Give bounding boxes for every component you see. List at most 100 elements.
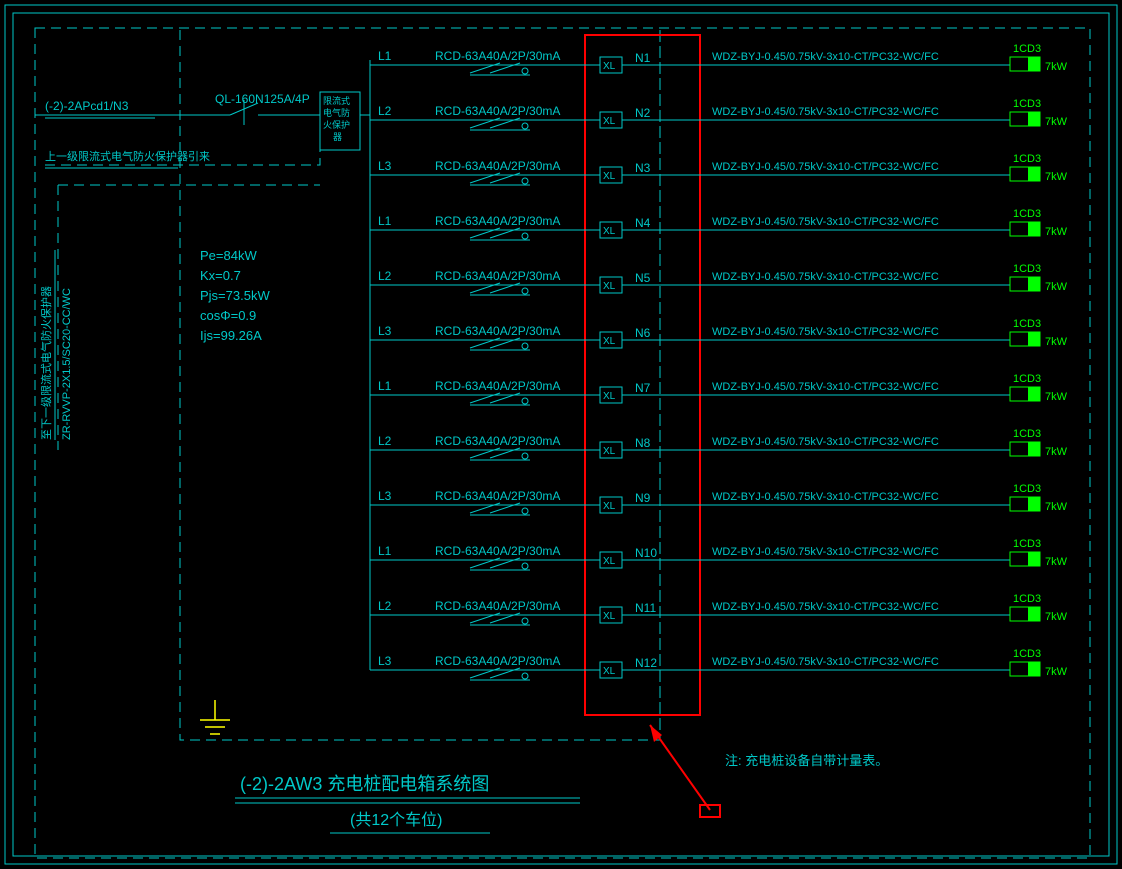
load-kw: 7kW <box>1045 226 1068 238</box>
phase-label: L3 <box>378 159 392 173</box>
load-kw: 7kW <box>1045 501 1068 513</box>
cable-label: WDZ-BYJ-0.45/0.75kV-3x10-CT/PC32-WC/FC <box>712 161 939 173</box>
xl-box: XL <box>603 556 616 567</box>
xl-box: XL <box>603 611 616 622</box>
n-label: N5 <box>635 271 651 285</box>
phase-label: L1 <box>378 49 392 63</box>
n-label: N12 <box>635 656 657 670</box>
svg-text:ZR-RVVP-2X1.5/SC20-CC/WC: ZR-RVVP-2X1.5/SC20-CC/WC <box>61 288 73 440</box>
load-id: 1CD3 <box>1013 483 1041 495</box>
n-label: N3 <box>635 161 651 175</box>
xl-box: XL <box>603 226 616 237</box>
phase-label: L2 <box>378 599 392 613</box>
load-id: 1CD3 <box>1013 208 1041 220</box>
load-id: 1CD3 <box>1013 153 1041 165</box>
circuit-row: L2RCD-63A40A/2P/30mAXLN8WDZ-BYJ-0.45/0.7… <box>370 428 1068 460</box>
panel-dashed-box <box>180 30 660 740</box>
xl-box: XL <box>603 666 616 677</box>
n-label: N4 <box>635 216 651 230</box>
svg-text:限流式: 限流式 <box>323 95 350 106</box>
n-label: N6 <box>635 326 651 340</box>
incoming-source: (-2)-2APcd1/N3 <box>45 99 129 113</box>
load-kw: 7kW <box>1045 611 1068 623</box>
svg-text:火保护: 火保护 <box>323 119 350 130</box>
load-id: 1CD3 <box>1013 318 1041 330</box>
cable-label: WDZ-BYJ-0.45/0.75kV-3x10-CT/PC32-WC/FC <box>712 546 939 558</box>
main-breaker: QL-160N125A/4P <box>180 92 320 125</box>
load-id: 1CD3 <box>1013 593 1041 605</box>
xl-box: XL <box>603 281 616 292</box>
phase-label: L2 <box>378 104 392 118</box>
svg-text:Pjs=73.5kW: Pjs=73.5kW <box>200 288 270 303</box>
phase-label: L2 <box>378 434 392 448</box>
rcd-label: RCD-63A40A/2P/30mA <box>435 599 560 613</box>
svg-text:QL-160N125A/4P: QL-160N125A/4P <box>215 92 310 106</box>
load-kw: 7kW <box>1045 556 1068 568</box>
xl-box: XL <box>603 61 616 72</box>
rcd-label: RCD-63A40A/2P/30mA <box>435 104 560 118</box>
n-label: N8 <box>635 436 651 450</box>
phase-label: L3 <box>378 324 392 338</box>
n-label: N9 <box>635 491 651 505</box>
rcd-label: RCD-63A40A/2P/30mA <box>435 654 560 668</box>
load-id: 1CD3 <box>1013 43 1041 55</box>
svg-text:(-2)-2AW3 充电桩配电箱系统图: (-2)-2AW3 充电桩配电箱系统图 <box>240 774 489 794</box>
circuit-row: L3 RCD-63A40A/2P/30mA XL N3 WDZ-BYJ-0.45/0.7… <box>370 153 1068 185</box>
load-kw: 7kW <box>1045 171 1068 183</box>
circuit-row: L1 RCD-63A40A/2P/30mA XL N10 WDZ-BYJ-0.45/0.… <box>370 538 1068 570</box>
load-kw: 7kW <box>1045 446 1068 458</box>
n-label: N7 <box>635 381 651 395</box>
load-kw: 7kW <box>1045 281 1068 293</box>
electrical-diagram: (-2)-2APcd1/N3 QL-160N125A/4P 限流式 电气防 火保… <box>0 0 1122 869</box>
svg-text:电气防: 电气防 <box>323 107 350 118</box>
load-id: 1CD3 <box>1013 263 1041 275</box>
svg-text:Pe=84kW: Pe=84kW <box>200 248 257 263</box>
cable-label: WDZ-BYJ-0.45/0.75kV-3x10-CT/PC32-WC/FC <box>712 216 939 228</box>
cable-label: WDZ-BYJ-0.45/0.75kV-3x10-CT/PC32-WC/FC <box>712 601 939 613</box>
circuit-row: L2RCD-63A40A/2P/30mAXLN5WDZ-BYJ-0.45/0.7… <box>370 263 1068 295</box>
circuit-row: L3 RCD-63A40A/2P/30mA XL N12 WDZ-BYJ-0.45/0.… <box>370 648 1068 680</box>
circuit-row: L1RCD-63A40A/2P/30mAXLN7WDZ-BYJ-0.45/0.7… <box>370 373 1068 405</box>
cable-label: WDZ-BYJ-0.45/0.75kV-3x10-CT/PC32-WC/FC <box>712 656 939 668</box>
rcd-label: RCD-63A40A/2P/30mA <box>435 434 560 448</box>
load-kw: 7kW <box>1045 61 1068 73</box>
phase-label: L3 <box>378 654 392 668</box>
params-block: Pe=84kW Kx=0.7 Pjs=73.5kW cosΦ=0.9 Ijs=9… <box>200 248 270 343</box>
phase-label: L3 <box>378 489 392 503</box>
load-id: 1CD3 <box>1013 428 1041 440</box>
rcd-label: RCD-63A40A/2P/30mA <box>435 214 560 228</box>
phase-label: L1 <box>378 544 392 558</box>
xl-box: XL <box>603 501 616 512</box>
fire-device-block: 限流式 电气防 火保护 器 <box>320 92 360 150</box>
n-label: N10 <box>635 546 657 560</box>
rcd-label: RCD-63A40A/2P/30mA <box>435 379 560 393</box>
cable-label: WDZ-BYJ-0.45/0.75kV-3x10-CT/PC32-WC/FC <box>712 106 939 118</box>
circuit-row: L1 RCD-63A40A/2P/30mA XL N4 WDZ-BYJ-0.45/0.7… <box>370 208 1068 240</box>
load-id: 1CD3 <box>1013 98 1041 110</box>
n-label: N2 <box>635 106 651 120</box>
circuit-row: L3RCD-63A40A/2P/30mAXLN9WDZ-BYJ-0.45/0.7… <box>370 483 1068 515</box>
load-kw: 7kW <box>1045 666 1068 678</box>
cable-label: WDZ-BYJ-0.45/0.75kV-3x10-CT/PC32-WC/FC <box>712 381 939 393</box>
cable-label: WDZ-BYJ-0.45/0.75kV-3x10-CT/PC32-WC/FC <box>712 271 939 283</box>
svg-text:至下一级限流式电气防火保护器: 至下一级限流式电气防火保护器 <box>39 286 53 440</box>
rcd-label: RCD-63A40A/2P/30mA <box>435 544 560 558</box>
circuit-rows: L1RCD-63A40A/2P/30mAXLN1WDZ-BYJ-0.45/0.7… <box>370 43 1068 680</box>
svg-text:(共12个车位): (共12个车位) <box>350 811 442 829</box>
svg-text:注: 充电桩设备自带计量表。: 注: 充电桩设备自带计量表。 <box>725 753 888 768</box>
load-kw: 7kW <box>1045 336 1068 348</box>
svg-text:Kx=0.7: Kx=0.7 <box>200 268 241 283</box>
xl-box: XL <box>603 171 616 182</box>
load-id: 1CD3 <box>1013 373 1041 385</box>
phase-label: L1 <box>378 214 392 228</box>
svg-text:器: 器 <box>333 132 342 142</box>
note-arrow: 注: 充电桩设备自带计量表。 <box>650 725 888 817</box>
xl-box: XL <box>603 446 616 457</box>
rcd-label: RCD-63A40A/2P/30mA <box>435 159 560 173</box>
cable-label: WDZ-BYJ-0.45/0.75kV-3x10-CT/PC32-WC/FC <box>712 491 939 503</box>
rcd-label: RCD-63A40A/2P/30mA <box>435 324 560 338</box>
load-id: 1CD3 <box>1013 538 1041 550</box>
load-id: 1CD3 <box>1013 648 1041 660</box>
svg-text:上一级限流式电气防火保护器引来: 上一级限流式电气防火保护器引来 <box>45 149 210 163</box>
xl-box: XL <box>603 116 616 127</box>
